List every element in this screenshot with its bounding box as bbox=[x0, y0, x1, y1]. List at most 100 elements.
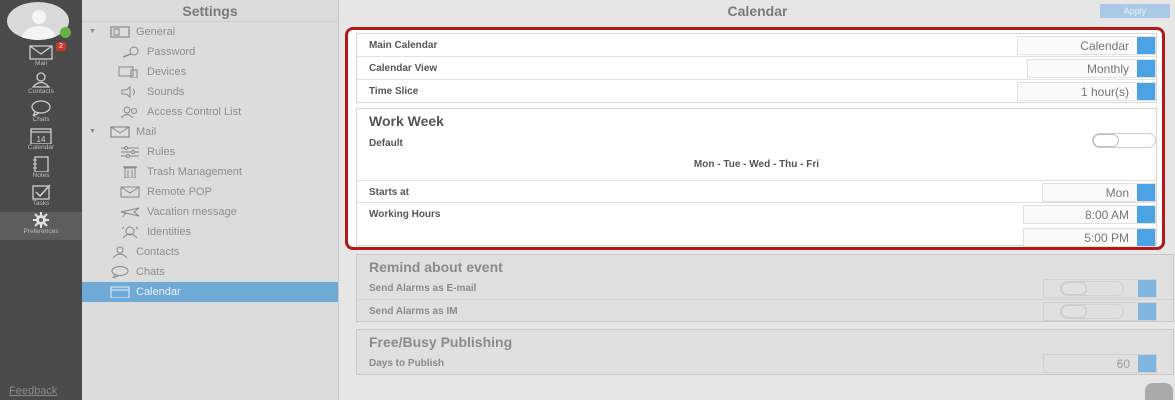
toggle-knob[interactable] bbox=[1093, 134, 1119, 147]
dropdown-button[interactable] bbox=[1137, 60, 1155, 77]
devices-icon bbox=[118, 66, 138, 78]
working-hours-row: Working Hours 8:00 AM 5:00 PM bbox=[357, 203, 1156, 247]
nav-label: Remote POP bbox=[147, 186, 212, 198]
main-calendar-select[interactable]: Calendar bbox=[1017, 36, 1156, 55]
toggle-button[interactable] bbox=[1138, 303, 1156, 320]
nav-item-sounds[interactable]: Sounds bbox=[82, 82, 338, 102]
chats-icon bbox=[31, 100, 51, 116]
rail-item-chats[interactable]: Chats bbox=[0, 100, 82, 128]
nav-label: Calendar bbox=[136, 286, 181, 298]
speaker-icon bbox=[121, 86, 135, 98]
days-to-publish-select[interactable]: 60 bbox=[1043, 354, 1157, 373]
calendar-view-select[interactable]: Monthly bbox=[1027, 59, 1156, 78]
send-alarms-email-row: Send Alarms as E-mail bbox=[357, 277, 1173, 300]
nav-item-vacation[interactable]: Vacation message bbox=[82, 202, 338, 222]
rail-item-notes[interactable]: Notes bbox=[0, 156, 82, 184]
nav-label: Vacation message bbox=[147, 206, 237, 218]
rail-item-contacts[interactable]: Contacts bbox=[0, 72, 82, 100]
nav-item-acl[interactable]: Access Control List bbox=[82, 102, 338, 122]
dropdown-button[interactable] bbox=[1137, 83, 1155, 100]
dropdown-button[interactable] bbox=[1137, 37, 1155, 54]
app-rail: 2 Mail Contacts Chats 14 Calendar Notes … bbox=[0, 0, 82, 400]
working-hours-label: Working Hours bbox=[369, 209, 441, 220]
avatar-head bbox=[32, 10, 46, 24]
calendar-view-label: Calendar View bbox=[369, 63, 438, 74]
time-slice-row: Time Slice 1 hour(s) bbox=[357, 80, 1156, 103]
rail-label-tasks: Tasks bbox=[32, 200, 50, 207]
nav-item-devices[interactable]: Devices bbox=[82, 62, 338, 82]
main-calendar-row: Main Calendar Calendar bbox=[357, 34, 1156, 57]
working-hours-end-select[interactable]: 5:00 PM bbox=[1023, 228, 1156, 247]
gear-icon bbox=[33, 212, 49, 228]
calendar-settings-main: Calendar Apply Main Calendar Calendar Ca… bbox=[340, 0, 1175, 400]
send-alarms-im-field[interactable] bbox=[1043, 302, 1157, 321]
feedback-link[interactable]: Feedback bbox=[9, 385, 57, 397]
time-slice-select[interactable]: 1 hour(s) bbox=[1017, 82, 1156, 101]
settings-panel: Settings ▼ General Password Devices Soun… bbox=[82, 0, 339, 400]
days-to-publish-label: Days to Publish bbox=[369, 358, 445, 369]
apply-button[interactable]: Apply bbox=[1100, 4, 1170, 18]
avatar-body bbox=[22, 26, 56, 40]
nav-item-remote-pop[interactable]: Remote POP bbox=[82, 182, 338, 202]
nav-item-contacts[interactable]: Contacts bbox=[82, 242, 338, 262]
general-icon bbox=[110, 26, 130, 38]
sliders-icon bbox=[121, 146, 139, 158]
starts-at-select[interactable]: Mon bbox=[1042, 183, 1156, 202]
rail-item-mail[interactable]: 2 Mail bbox=[0, 42, 82, 72]
identities-icon bbox=[121, 226, 139, 238]
caret-down-icon[interactable]: ▼ bbox=[89, 122, 96, 142]
calendar-basics-card: Main Calendar Calendar Calendar View Mon… bbox=[356, 33, 1157, 103]
nav-item-trash[interactable]: Trash Management bbox=[82, 162, 338, 182]
time-slice-value: 1 hour(s) bbox=[1080, 85, 1129, 99]
rail-item-tasks[interactable]: Tasks bbox=[0, 184, 82, 212]
nav-item-general[interactable]: ▼ General bbox=[82, 22, 338, 42]
send-alarms-email-toggle[interactable] bbox=[1060, 281, 1124, 296]
calendar-view-value: Monthly bbox=[1086, 62, 1129, 76]
working-hours-start-value: 8:00 AM bbox=[1084, 208, 1129, 222]
time-slice-label: Time Slice bbox=[369, 86, 419, 97]
nav-item-calendar[interactable]: Calendar bbox=[82, 282, 338, 302]
nav-label: Contacts bbox=[136, 246, 180, 258]
rail-label-mail: Mail bbox=[35, 60, 47, 67]
nav-label: Mail bbox=[136, 126, 157, 138]
starts-at-row: Starts at Mon bbox=[357, 180, 1156, 203]
nav-item-rules[interactable]: Rules bbox=[82, 142, 338, 162]
chat-launcher-icon[interactable] bbox=[1145, 383, 1173, 400]
toggle-button[interactable] bbox=[1138, 280, 1156, 297]
rail-label-contacts: Contacts bbox=[28, 88, 54, 95]
send-alarms-email-field[interactable] bbox=[1043, 279, 1157, 298]
send-alarms-im-toggle[interactable] bbox=[1060, 304, 1124, 319]
rail-item-calendar[interactable]: 14 Calendar bbox=[0, 128, 82, 156]
work-week-title: Work Week bbox=[369, 113, 444, 129]
trash-icon bbox=[123, 166, 137, 178]
rail-label-notes: Notes bbox=[32, 172, 50, 179]
highlighted-region: Main Calendar Calendar Calendar View Mon… bbox=[345, 27, 1165, 250]
nav-label: Access Control List bbox=[147, 106, 242, 118]
users-icon bbox=[120, 106, 137, 118]
nav-item-mail[interactable]: ▼ Mail bbox=[82, 122, 338, 142]
nav-label: Identities bbox=[147, 226, 192, 238]
dropdown-button[interactable] bbox=[1138, 355, 1156, 372]
key-icon bbox=[122, 46, 139, 58]
contacts-icon bbox=[31, 72, 51, 88]
nav-label: Chats bbox=[136, 266, 165, 278]
nav-item-identities[interactable]: Identities bbox=[82, 222, 338, 242]
nav-item-password[interactable]: Password bbox=[82, 42, 338, 62]
nav-label: Sounds bbox=[147, 86, 185, 98]
envelope-icon bbox=[120, 186, 140, 198]
calendar-icon: 14 bbox=[30, 128, 52, 144]
chats-icon bbox=[111, 266, 129, 278]
dropdown-button[interactable] bbox=[1137, 184, 1155, 201]
dropdown-button[interactable] bbox=[1137, 206, 1155, 223]
mail-icon bbox=[110, 126, 130, 138]
working-hours-start-select[interactable]: 8:00 AM bbox=[1023, 205, 1156, 224]
rail-item-preferences[interactable]: Preferences bbox=[0, 212, 82, 240]
caret-down-icon[interactable]: ▼ bbox=[89, 22, 96, 42]
plane-icon bbox=[120, 207, 140, 218]
dropdown-button[interactable] bbox=[1137, 229, 1155, 246]
toggle-knob[interactable] bbox=[1061, 282, 1087, 295]
toggle-knob[interactable] bbox=[1061, 305, 1087, 318]
nav-item-chats[interactable]: Chats bbox=[82, 262, 338, 282]
default-toggle[interactable] bbox=[1092, 133, 1156, 148]
work-days: Mon - Tue - Wed - Thu - Fri bbox=[693, 159, 820, 170]
